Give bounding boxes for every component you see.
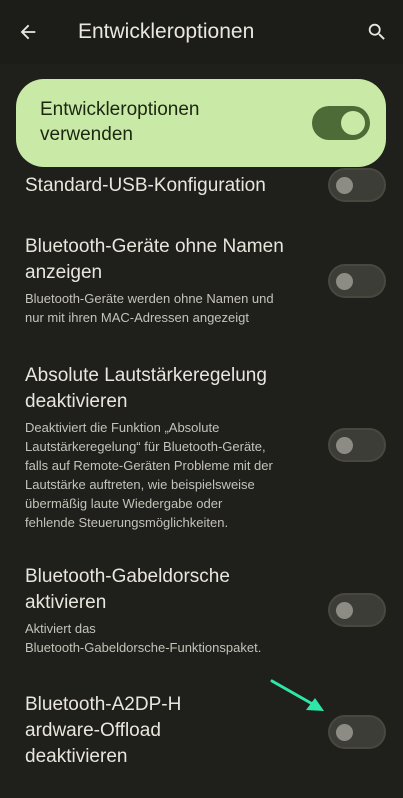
setting-summary-line-5: übermäßig laute Wiedergabe oder [25,496,223,511]
switch-thumb [336,724,353,741]
setting-summary-line-1: Aktiviert das [25,621,96,636]
setting-title-line-1: Absolute Lautstärkeregelung [25,365,267,386]
setting-summary-line-6: fehlende Steuerungsmöglichkeiten. [25,515,229,530]
switch-thumb [336,437,353,454]
setting-title-line-2: aktivieren [25,592,107,613]
developer-options-screen: Entwickleroptionen Standard-USB-Konfigur… [0,0,403,798]
setting-title-line-2: ardware-Offload [25,720,161,741]
a2dp-offload-switch[interactable] [328,715,386,749]
setting-title-line-2: anzeigen [25,262,103,283]
usb-config-switch[interactable] [328,168,386,202]
search-button[interactable] [357,12,397,52]
annotation-arrow-icon [270,679,324,711]
setting-summary-line-2: Lautstärkeregelung“ für Bluetooth-Geräte… [25,439,266,454]
setting-summary-line-2: nur mit ihren MAC-Adressen angezeigt [25,310,249,325]
back-button[interactable] [8,12,48,52]
setting-title-line-3: deaktivieren [25,746,128,767]
setting-summary-line-2: Bluetooth-Gabeldorsche-Funktionspaket. [25,640,262,655]
master-label-line-1: Entwickleroptionen [40,99,200,120]
arrow-back-icon [20,24,36,40]
setting-summary-line-3: falls auf Remote-Geräten Probleme mit de… [25,458,273,473]
setting-title-line-1: Bluetooth-Geräte ohne Namen [25,236,284,257]
switch-thumb [341,111,365,135]
master-label-line-2: verwenden [40,124,133,145]
setting-summary-line-1: Bluetooth-Geräte werden ohne Namen und [25,291,274,306]
switch-thumb [336,273,353,290]
switch-thumb [336,177,353,194]
page-title: Entwickleroptionen [78,20,255,43]
setting-title: Standard-USB-Konfiguration [25,175,266,196]
settings-list[interactable]: Standard-USB-Konfiguration Bluetooth-Ger… [0,168,403,798]
switch-thumb [336,602,353,619]
setting-title-line-1: Bluetooth-A2DP-H [25,694,182,715]
master-switch-card[interactable]: Entwickleroptionen verwenden [16,79,386,167]
bt-no-names-switch[interactable] [328,264,386,298]
app-bar: Entwickleroptionen [0,0,403,64]
search-icon [368,23,385,40]
setting-title-line-1: Bluetooth-Gabeldorsche [25,566,230,587]
master-switch-label: Entwickleroptionen verwenden [40,97,280,147]
absolute-volume-switch[interactable] [328,428,386,462]
setting-summary-line-1: Deaktiviert die Funktion „Absolute [25,420,220,435]
developer-options-master-switch[interactable] [312,106,370,140]
gabeldorsche-switch[interactable] [328,593,386,627]
setting-summary-line-4: Lautstärke auftreten, wie beispielsweise [25,477,255,492]
setting-title-line-2: deaktivieren [25,391,128,412]
